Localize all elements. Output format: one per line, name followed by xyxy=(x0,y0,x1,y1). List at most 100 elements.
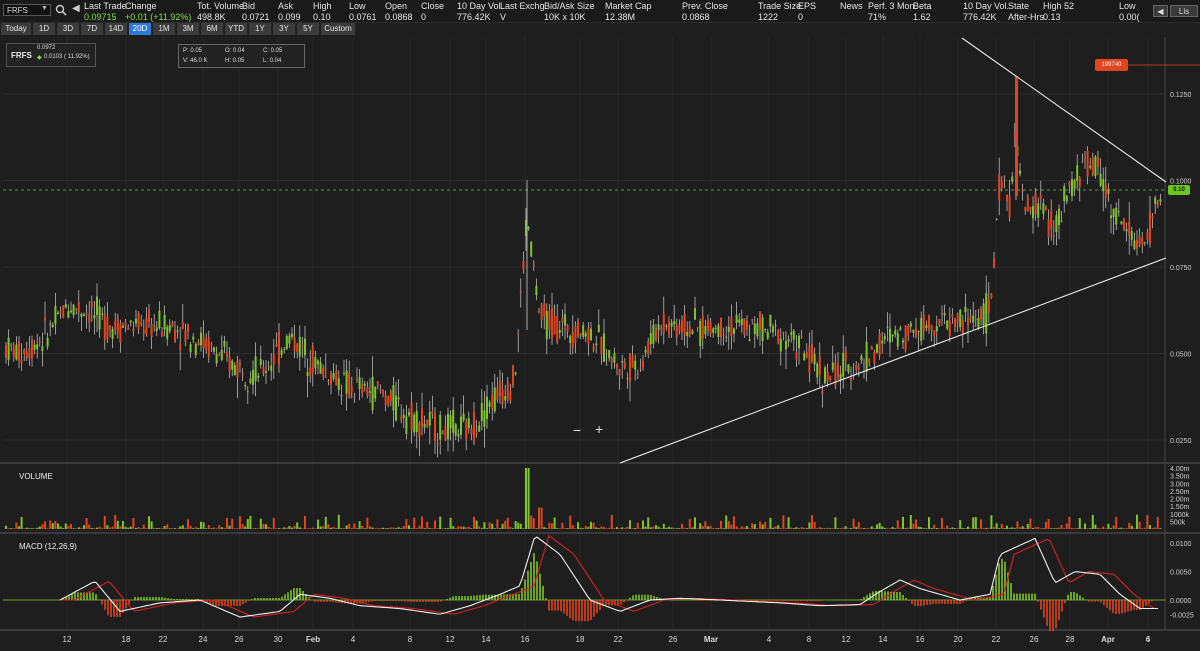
candle-body xyxy=(1042,203,1045,214)
candle-body xyxy=(748,339,751,341)
volume-bar xyxy=(714,528,717,529)
candle-body xyxy=(756,323,759,337)
volume-bar xyxy=(730,524,733,529)
volume-bar xyxy=(252,528,254,529)
volume-bar xyxy=(608,527,611,529)
candle-body xyxy=(1143,242,1146,244)
macd-histogram-bar xyxy=(1037,600,1039,602)
volume-bar xyxy=(15,522,18,529)
macd-histogram-bar xyxy=(1010,583,1012,600)
candle-body xyxy=(244,384,247,386)
volume-bar xyxy=(392,527,395,529)
candle-body xyxy=(400,416,403,420)
candle-body xyxy=(1107,189,1110,194)
volume-bar xyxy=(1045,521,1047,529)
volume-bar xyxy=(220,527,223,529)
price-tick-label: 0.1250 xyxy=(1170,92,1192,99)
volume-bar xyxy=(545,528,548,529)
volume-bar xyxy=(912,523,915,529)
candle-body xyxy=(1133,240,1136,249)
macd-histogram-bar xyxy=(893,592,895,600)
volume-bar xyxy=(1102,526,1105,529)
volume-bar xyxy=(449,517,452,529)
candle-body xyxy=(577,320,579,337)
volume-bar xyxy=(1130,525,1133,529)
macd-histogram-bar xyxy=(1112,600,1114,614)
volume-bar xyxy=(655,525,657,529)
volume-bar xyxy=(205,528,208,529)
macd-histogram-bar xyxy=(188,599,190,600)
candle-body xyxy=(1086,150,1089,177)
volume-bar xyxy=(18,526,20,529)
candle-body xyxy=(405,416,408,435)
candle-body xyxy=(506,381,509,400)
volume-bar xyxy=(756,528,759,529)
candle-body xyxy=(717,325,720,337)
volume-bar xyxy=(1086,528,1089,529)
zoom-in-button[interactable]: + xyxy=(595,421,603,437)
volume-bar xyxy=(387,528,390,529)
macd-histogram-bar xyxy=(101,600,103,605)
candle-body xyxy=(402,414,405,418)
candle-body xyxy=(701,315,704,340)
volume-bar xyxy=(148,516,150,529)
macd-histogram-bar xyxy=(767,600,769,601)
volume-bar xyxy=(10,528,13,529)
macd-histogram-bar xyxy=(413,600,415,602)
volume-bar xyxy=(868,528,871,529)
volume-bar xyxy=(239,516,241,529)
candle-body xyxy=(678,325,681,332)
candle-body xyxy=(223,340,226,347)
candle-body xyxy=(384,394,387,405)
volume-bar xyxy=(954,528,956,529)
candle-body xyxy=(1125,229,1128,232)
volume-tick-label: 3.50m xyxy=(1170,474,1190,481)
macd-histogram-bar xyxy=(269,598,271,600)
volume-bar xyxy=(241,523,244,529)
macd-histogram-bar xyxy=(476,595,478,600)
volume-bar xyxy=(470,528,473,529)
candle-body xyxy=(153,324,156,326)
candle-body xyxy=(59,311,62,313)
price-alert-tag[interactable]: 199740 xyxy=(1095,59,1128,71)
candle-body xyxy=(233,365,236,376)
volume-bar xyxy=(842,527,845,529)
macd-histogram-bar xyxy=(257,598,259,600)
candle-body xyxy=(878,333,881,356)
volume-bar xyxy=(735,526,738,529)
macd-histogram-bar xyxy=(1016,593,1018,600)
volume-bar xyxy=(1076,528,1079,529)
macd-histogram-bar xyxy=(647,594,649,600)
macd-histogram-bar xyxy=(788,600,790,601)
macd-histogram-bar xyxy=(1034,593,1036,600)
candle-body xyxy=(410,402,413,430)
macd-histogram-bar xyxy=(263,598,265,600)
candle-body xyxy=(1099,173,1102,186)
volume-bar xyxy=(176,528,179,529)
volume-bar xyxy=(987,527,990,529)
candle-body xyxy=(499,381,501,397)
zoom-out-button[interactable]: − xyxy=(573,422,581,438)
volume-bar xyxy=(314,528,317,529)
candle-body xyxy=(376,381,379,386)
macd-histogram-bar xyxy=(134,597,136,600)
volume-bar xyxy=(168,528,171,529)
macd-histogram-bar xyxy=(578,600,580,622)
macd-histogram-bar xyxy=(296,588,298,600)
candle-body xyxy=(408,412,410,416)
candle-body xyxy=(746,320,748,330)
candle-body xyxy=(1097,157,1099,167)
macd-histogram-bar xyxy=(365,600,367,603)
volume-bar xyxy=(915,519,917,529)
volume-bar xyxy=(340,528,343,529)
volume-bar xyxy=(421,516,423,529)
candle-body xyxy=(10,343,13,347)
macd-histogram-bar xyxy=(302,590,304,600)
volume-bar xyxy=(236,528,239,529)
volume-bar xyxy=(709,525,712,529)
price-chart[interactable]: 0.12500.10000.07500.05000.025012 18 22 24 26… xyxy=(0,0,1200,651)
date-tick-label: 22 xyxy=(992,635,1001,644)
candle-body xyxy=(636,373,639,375)
candle-body xyxy=(753,323,756,334)
volume-bar xyxy=(725,515,728,529)
